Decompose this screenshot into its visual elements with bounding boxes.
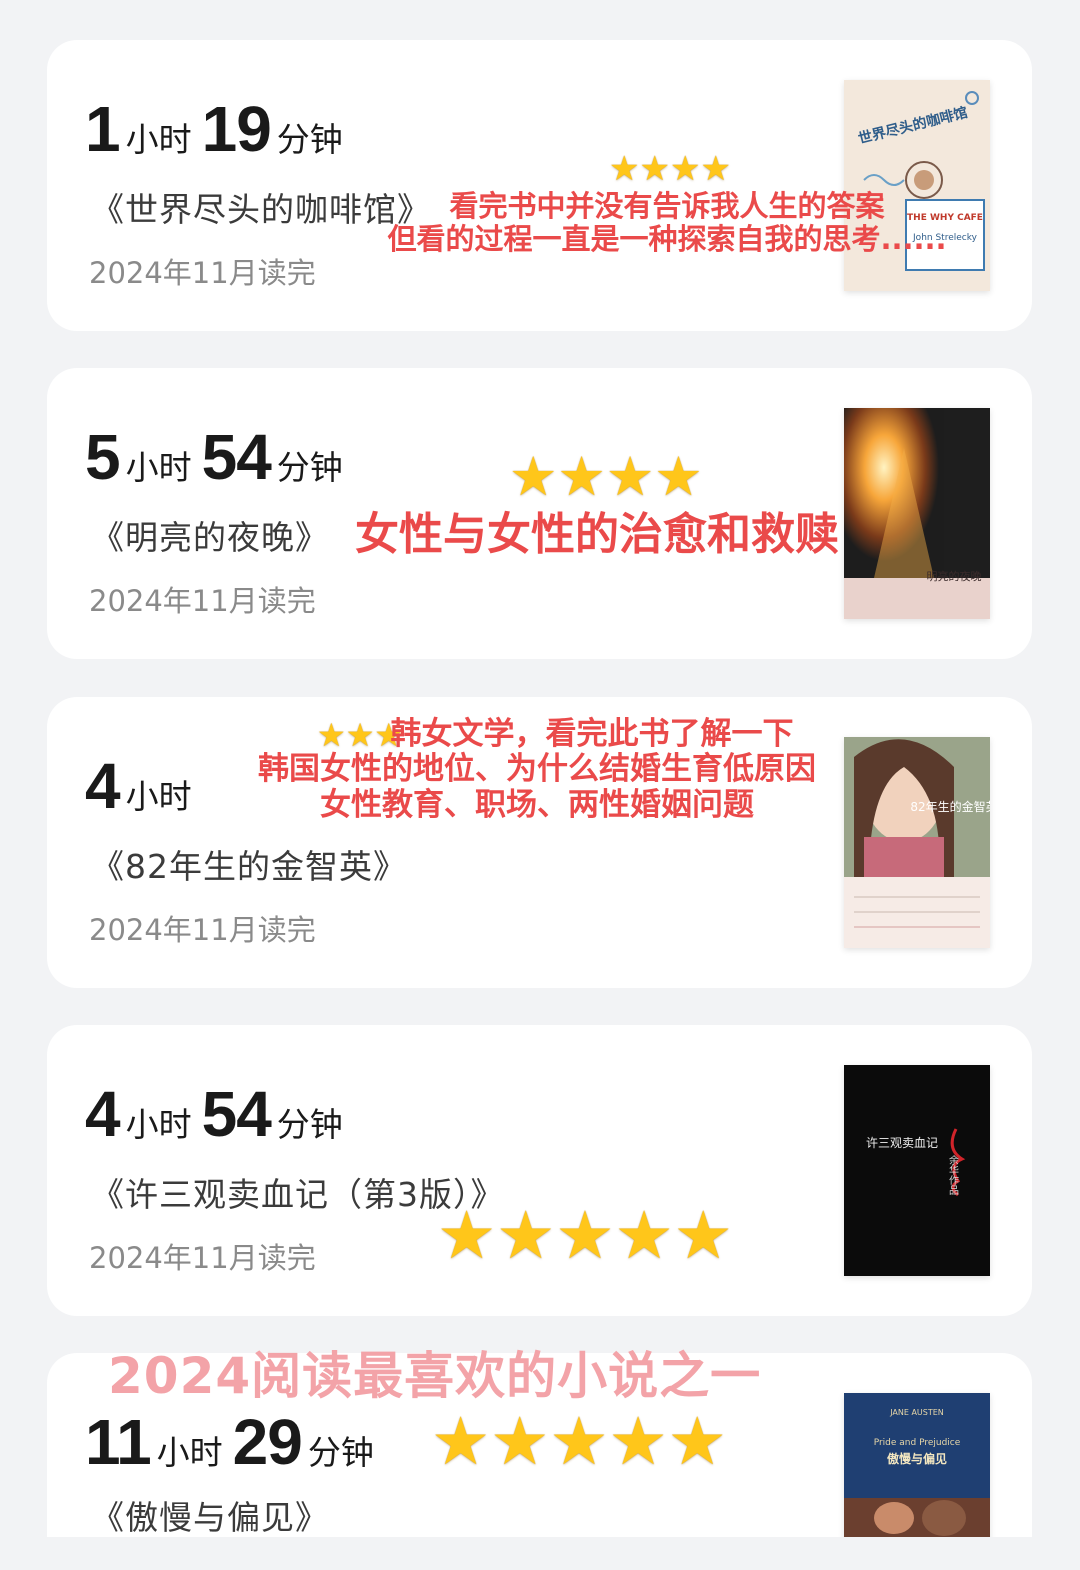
book-title: 《明亮的夜晚》 <box>91 518 329 557</box>
svg-text:JANE AUSTEN: JANE AUSTEN <box>889 1408 944 1417</box>
review-note: 女性与女性的治愈和救赎 <box>355 509 839 560</box>
reading-duration: 11 小时 29 分钟 <box>85 1406 374 1478</box>
book-card[interactable]: 1 小时 19 分钟 《世界尽头的咖啡馆》 2024年11月读完 世界尽头的咖啡馆 T… <box>47 40 1032 331</box>
svg-text:余华作品: 余华作品 <box>947 1154 959 1196</box>
reading-duration: 1 小时 19 分钟 <box>85 93 343 165</box>
cover-art-portrait: 82年生的金智英 <box>844 737 990 948</box>
book-title: 《82年生的金智英》 <box>91 847 407 886</box>
rating-stars: ★★★★ <box>509 445 703 508</box>
svg-text:82年生的金智英: 82年生的金智英 <box>910 799 990 814</box>
rating-stars: ★★★★ <box>609 149 731 189</box>
book-cover[interactable]: JANE AUSTEN Pride and Prejudice 傲慢与偏见 <box>844 1393 990 1537</box>
finish-date: 2024年11月读完 <box>89 1241 316 1275</box>
cover-art-black: 许三观卖血记 余华作品 <box>844 1065 990 1276</box>
finish-date: 2024年11月读完 <box>89 256 316 290</box>
svg-text:明亮的夜晚: 明亮的夜晚 <box>927 569 982 583</box>
finish-date: 2024年11月读完 <box>89 584 316 618</box>
favorite-banner: 2024阅读最喜欢的小说之一 <box>108 1347 762 1405</box>
reading-duration: 5 小时 54 分钟 <box>85 421 343 493</box>
finish-date: 2024年11月读完 <box>89 913 316 947</box>
reading-duration: 4 小时 <box>85 750 192 822</box>
reading-duration: 4 小时 54 分钟 <box>85 1078 343 1150</box>
book-title: 《世界尽头的咖啡馆》 <box>91 190 431 229</box>
cover-art-cafe: 世界尽头的咖啡馆 THE WHY CAFE John Strelecky <box>844 80 990 291</box>
rating-stars: ★★★★★ <box>437 1197 733 1274</box>
cover-art-fire: 明亮的夜晚 <box>844 408 990 619</box>
book-cover[interactable]: 世界尽头的咖啡馆 THE WHY CAFE John Strelecky <box>844 80 990 291</box>
svg-text:Pride and Prejudice: Pride and Prejudice <box>874 1438 961 1448</box>
rating-stars: ★★★★★ <box>431 1403 727 1480</box>
book-card[interactable]: 4 小时 54 分钟 《许三观卖血记（第3版）》 2024年11月读完 许三观卖血记 … <box>47 1025 1032 1316</box>
book-cover[interactable]: 许三观卖血记 余华作品 <box>844 1065 990 1276</box>
review-note: 看完书中并没有告诉我人生的答案 但看的过程一直是一种探索自我的思考...... <box>387 189 947 257</box>
review-note: 韩女文学，看完此书了解一下 韩国女性的地位、为什么结婚生育低原因 女性教育、职场… <box>258 716 816 823</box>
book-card[interactable]: 5 小时 54 分钟 《明亮的夜晚》 2024年11月读完 明亮的夜晚 ★★★★ 女性… <box>47 368 1032 659</box>
book-cover[interactable]: 明亮的夜晚 <box>844 408 990 619</box>
cover-art-blue: JANE AUSTEN Pride and Prejudice 傲慢与偏见 <box>844 1393 990 1537</box>
svg-text:许三观卖血记: 许三观卖血记 <box>866 1136 938 1150</box>
book-cover[interactable]: 82年生的金智英 <box>844 737 990 948</box>
book-title: 《傲慢与偏见》 <box>91 1498 329 1537</box>
book-card[interactable]: 4 小时 《82年生的金智英》 2024年11月读完 82年生的金智英 ★★★ 韩… <box>47 697 1032 988</box>
svg-text:傲慢与偏见: 傲慢与偏见 <box>887 1451 947 1466</box>
